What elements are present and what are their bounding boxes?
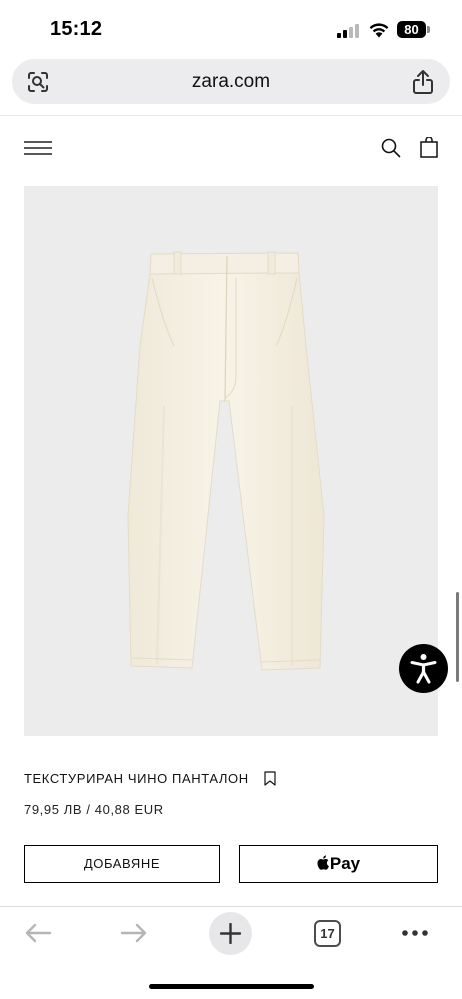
header-divider — [0, 115, 462, 116]
product-title: ТЕКСТУРИРАН ЧИНО ПАНТАЛОН — [24, 771, 249, 786]
shopping-bag-icon[interactable] — [420, 137, 438, 158]
battery-level: 80 — [397, 21, 426, 38]
cellular-signal-icon — [337, 24, 361, 38]
apple-logo-icon — [317, 855, 329, 870]
product-price: 79,95 ЛВ / 40,88 EUR — [24, 802, 164, 817]
accessibility-icon — [410, 654, 437, 684]
status-bar: 15:12 80 — [0, 0, 462, 58]
share-icon[interactable] — [412, 69, 434, 95]
accessibility-button[interactable] — [399, 644, 448, 693]
more-icon[interactable] — [401, 929, 429, 937]
bookmark-icon[interactable] — [264, 771, 276, 786]
back-arrow-icon[interactable] — [24, 922, 52, 944]
address-bar[interactable]: zara.com — [12, 59, 450, 104]
apple-pay-button[interactable]: Pay — [239, 845, 438, 883]
wifi-icon — [369, 23, 389, 38]
home-indicator — [149, 984, 314, 989]
battery-tip — [427, 26, 430, 33]
apple-pay-content: Pay — [240, 854, 437, 874]
search-icon[interactable] — [381, 138, 401, 158]
plus-icon — [220, 923, 241, 944]
product-image[interactable] — [24, 186, 438, 736]
hamburger-menu-icon[interactable] — [24, 139, 52, 157]
new-tab-button[interactable] — [209, 912, 252, 955]
status-time: 15:12 — [50, 18, 103, 40]
tabs-button[interactable]: 17 — [314, 920, 341, 947]
apple-pay-label: Pay — [329, 854, 361, 873]
add-to-bag-button[interactable]: ДОБАВЯНЕ — [24, 845, 220, 883]
scroll-indicator[interactable] — [456, 592, 459, 682]
battery-indicator: 80 — [397, 21, 430, 38]
url-text[interactable]: zara.com — [12, 71, 450, 93]
forward-arrow-icon[interactable] — [120, 922, 148, 944]
toolbar-divider — [0, 906, 462, 907]
trousers-illustration — [127, 251, 325, 671]
